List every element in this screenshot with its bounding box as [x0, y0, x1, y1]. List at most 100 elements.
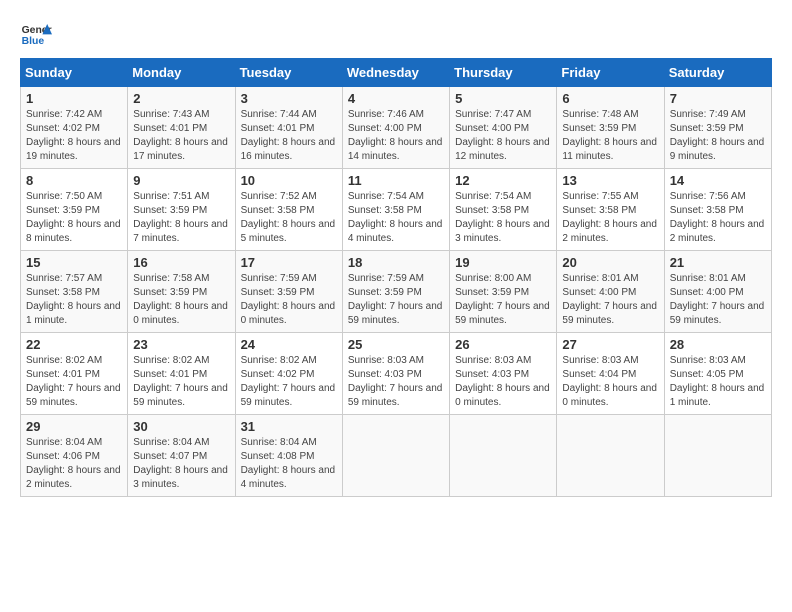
- calendar-cell: 24Sunrise: 8:02 AM Sunset: 4:02 PM Dayli…: [235, 333, 342, 415]
- day-info: Sunrise: 7:52 AM Sunset: 3:58 PM Dayligh…: [241, 190, 337, 246]
- day-info: Sunrise: 8:03 AM Sunset: 4:05 PM Dayligh…: [670, 354, 766, 410]
- calendar-cell: 16 Sunrise: 7:58 AM Sunset: 3:59 PM Dayli…: [128, 251, 235, 333]
- calendar-week-3: 22 Sunrise: 8:02 AM Sunset: 4:01 PM Dayli…: [21, 333, 772, 415]
- calendar-cell: 6 Sunrise: 7:48 AM Sunset: 3:59 PM Daylig…: [557, 87, 664, 169]
- day-number: 18: [348, 255, 444, 270]
- day-number: 8: [26, 173, 122, 188]
- weekday-header-row: SundayMondayTuesdayWednesdayThursdayFrid…: [21, 59, 772, 87]
- calendar-cell: 12 Sunrise: 7:54 AM Sunset: 3:58 PM Dayli…: [450, 169, 557, 251]
- logo-icon: General Blue: [20, 20, 52, 48]
- calendar-cell: 9 Sunrise: 7:51 AM Sunset: 3:59 PM Daylig…: [128, 169, 235, 251]
- weekday-header-thursday: Thursday: [450, 59, 557, 87]
- calendar-cell: 22 Sunrise: 8:02 AM Sunset: 4:01 PM Dayli…: [21, 333, 128, 415]
- calendar-cell: 13 Sunrise: 7:55 AM Sunset: 3:58 PM Dayli…: [557, 169, 664, 251]
- calendar-cell: 19 Sunrise: 8:00 AM Sunset: 3:59 PM Dayli…: [450, 251, 557, 333]
- day-info: Sunrise: 7:42 AM Sunset: 4:02 PM Dayligh…: [26, 108, 122, 164]
- day-number: 13: [562, 173, 658, 188]
- day-info: Sunrise: 8:04 AM Sunset: 4:08 PM Dayligh…: [241, 436, 337, 492]
- day-number: 31: [241, 419, 337, 434]
- day-info: Sunrise: 8:01 AM Sunset: 4:00 PM Dayligh…: [670, 272, 766, 328]
- day-number: 28: [670, 337, 766, 352]
- day-number: 17: [241, 255, 337, 270]
- calendar-cell: 11 Sunrise: 7:54 AM Sunset: 3:58 PM Dayli…: [342, 169, 449, 251]
- day-number: 16: [133, 255, 229, 270]
- calendar-week-2: 15 Sunrise: 7:57 AM Sunset: 3:58 PM Dayli…: [21, 251, 772, 333]
- day-number: 7: [670, 91, 766, 106]
- day-number: 15: [26, 255, 122, 270]
- calendar-cell: 26Sunrise: 8:03 AM Sunset: 4:03 PM Dayli…: [450, 333, 557, 415]
- calendar-cell: 30 Sunrise: 8:04 AM Sunset: 4:07 PM Dayli…: [128, 415, 235, 497]
- day-number: 9: [133, 173, 229, 188]
- weekday-header-friday: Friday: [557, 59, 664, 87]
- day-number: 4: [348, 91, 444, 106]
- calendar-week-4: 29 Sunrise: 8:04 AM Sunset: 4:06 PM Dayli…: [21, 415, 772, 497]
- calendar-cell: 18 Sunrise: 7:59 AM Sunset: 3:59 PM Dayli…: [342, 251, 449, 333]
- day-info: Sunrise: 8:04 AM Sunset: 4:07 PM Dayligh…: [133, 436, 229, 492]
- weekday-header-tuesday: Tuesday: [235, 59, 342, 87]
- calendar-cell: 15 Sunrise: 7:57 AM Sunset: 3:58 PM Dayli…: [21, 251, 128, 333]
- day-number: 6: [562, 91, 658, 106]
- calendar-cell: 3 Sunrise: 7:44 AM Sunset: 4:01 PM Daylig…: [235, 87, 342, 169]
- calendar-cell: 1 Sunrise: 7:42 AM Sunset: 4:02 PM Daylig…: [21, 87, 128, 169]
- day-number: 25: [348, 337, 444, 352]
- day-number: 11: [348, 173, 444, 188]
- day-info: Sunrise: 7:56 AM Sunset: 3:58 PM Dayligh…: [670, 190, 766, 246]
- day-number: 30: [133, 419, 229, 434]
- day-number: 26: [455, 337, 551, 352]
- day-number: 19: [455, 255, 551, 270]
- day-info: Sunrise: 7:49 AM Sunset: 3:59 PM Dayligh…: [670, 108, 766, 164]
- day-info: Sunrise: 7:43 AM Sunset: 4:01 PM Dayligh…: [133, 108, 229, 164]
- calendar-cell: 8Sunrise: 7:50 AM Sunset: 3:59 PM Daylig…: [21, 169, 128, 251]
- weekday-header-monday: Monday: [128, 59, 235, 87]
- day-number: 1: [26, 91, 122, 106]
- day-number: 14: [670, 173, 766, 188]
- day-info: Sunrise: 8:02 AM Sunset: 4:01 PM Dayligh…: [26, 354, 122, 410]
- day-info: Sunrise: 8:02 AM Sunset: 4:01 PM Dayligh…: [133, 354, 229, 410]
- day-info: Sunrise: 7:58 AM Sunset: 3:59 PM Dayligh…: [133, 272, 229, 328]
- day-info: Sunrise: 7:59 AM Sunset: 3:59 PM Dayligh…: [241, 272, 337, 328]
- calendar-cell: 21 Sunrise: 8:01 AM Sunset: 4:00 PM Dayli…: [664, 251, 771, 333]
- day-number: 27: [562, 337, 658, 352]
- calendar-table: SundayMondayTuesdayWednesdayThursdayFrid…: [20, 58, 772, 497]
- day-number: 21: [670, 255, 766, 270]
- day-info: Sunrise: 7:46 AM Sunset: 4:00 PM Dayligh…: [348, 108, 444, 164]
- calendar-cell: 27Sunrise: 8:03 AM Sunset: 4:04 PM Dayli…: [557, 333, 664, 415]
- calendar-cell: 4 Sunrise: 7:46 AM Sunset: 4:00 PM Daylig…: [342, 87, 449, 169]
- calendar-cell: 14 Sunrise: 7:56 AM Sunset: 3:58 PM Dayli…: [664, 169, 771, 251]
- day-number: 10: [241, 173, 337, 188]
- calendar-cell: 2 Sunrise: 7:43 AM Sunset: 4:01 PM Daylig…: [128, 87, 235, 169]
- day-number: 12: [455, 173, 551, 188]
- day-info: Sunrise: 7:51 AM Sunset: 3:59 PM Dayligh…: [133, 190, 229, 246]
- day-info: Sunrise: 7:54 AM Sunset: 3:58 PM Dayligh…: [455, 190, 551, 246]
- calendar-cell: 25 Sunrise: 8:03 AM Sunset: 4:03 PM Dayli…: [342, 333, 449, 415]
- svg-text:Blue: Blue: [22, 36, 45, 47]
- day-number: 2: [133, 91, 229, 106]
- calendar-cell: 5Sunrise: 7:47 AM Sunset: 4:00 PM Daylig…: [450, 87, 557, 169]
- calendar-cell: [557, 415, 664, 497]
- calendar-cell: 10 Sunrise: 7:52 AM Sunset: 3:58 PM Dayli…: [235, 169, 342, 251]
- calendar-cell: [450, 415, 557, 497]
- calendar-cell: [664, 415, 771, 497]
- page-header: General Blue: [20, 20, 772, 48]
- day-number: 29: [26, 419, 122, 434]
- day-info: Sunrise: 7:47 AM Sunset: 4:00 PM Dayligh…: [455, 108, 551, 164]
- day-info: Sunrise: 7:44 AM Sunset: 4:01 PM Dayligh…: [241, 108, 337, 164]
- calendar-cell: [342, 415, 449, 497]
- day-info: Sunrise: 7:57 AM Sunset: 3:58 PM Dayligh…: [26, 272, 122, 328]
- day-info: Sunrise: 7:59 AM Sunset: 3:59 PM Dayligh…: [348, 272, 444, 328]
- day-number: 3: [241, 91, 337, 106]
- calendar-cell: 7 Sunrise: 7:49 AM Sunset: 3:59 PM Daylig…: [664, 87, 771, 169]
- logo: General Blue: [20, 20, 52, 48]
- day-info: Sunrise: 8:03 AM Sunset: 4:03 PM Dayligh…: [348, 354, 444, 410]
- day-info: Sunrise: 8:01 AM Sunset: 4:00 PM Dayligh…: [562, 272, 658, 328]
- day-info: Sunrise: 8:02 AM Sunset: 4:02 PM Dayligh…: [241, 354, 337, 410]
- day-info: Sunrise: 8:04 AM Sunset: 4:06 PM Dayligh…: [26, 436, 122, 492]
- calendar-cell: 23Sunrise: 8:02 AM Sunset: 4:01 PM Dayli…: [128, 333, 235, 415]
- day-number: 20: [562, 255, 658, 270]
- day-info: Sunrise: 7:54 AM Sunset: 3:58 PM Dayligh…: [348, 190, 444, 246]
- day-info: Sunrise: 7:48 AM Sunset: 3:59 PM Dayligh…: [562, 108, 658, 164]
- day-number: 22: [26, 337, 122, 352]
- day-info: Sunrise: 7:55 AM Sunset: 3:58 PM Dayligh…: [562, 190, 658, 246]
- calendar-cell: 31 Sunrise: 8:04 AM Sunset: 4:08 PM Dayli…: [235, 415, 342, 497]
- day-info: Sunrise: 8:00 AM Sunset: 3:59 PM Dayligh…: [455, 272, 551, 328]
